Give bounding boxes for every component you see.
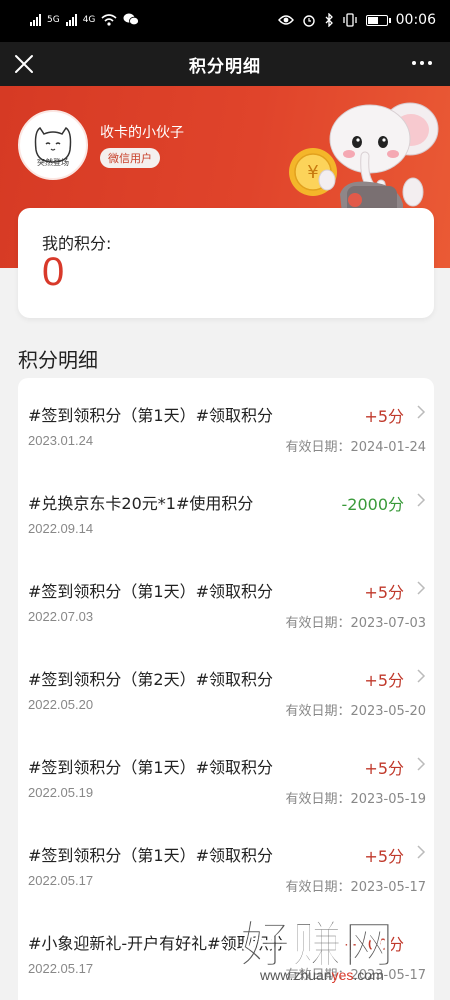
network-label-right: 4G — [82, 14, 96, 25]
record-amount: +5分 — [364, 671, 404, 690]
record-row[interactable]: #兑换京东卡20元*1#使用积分 -2000分 2022.09.14 — [18, 466, 434, 554]
record-row[interactable]: #签到领积分（第1天）#领取积分 +5分 2022.05.19 有效日期：202… — [18, 730, 434, 818]
record-date: 2022.05.19 — [28, 785, 94, 800]
chevron-right-icon — [417, 581, 426, 595]
svg-text:¥: ¥ — [307, 162, 318, 183]
record-title: #签到领积分（第1天）#领取积分 — [28, 406, 273, 425]
record-amount: +5分 — [364, 759, 404, 778]
record-title: #签到领积分（第1天）#领取积分 — [28, 846, 273, 865]
cat-avatar-icon — [34, 126, 72, 163]
chevron-right-icon — [417, 845, 426, 859]
points-value: 0 — [42, 250, 65, 294]
record-title: #签到领积分（第1天）#领取积分 — [28, 758, 273, 777]
record-expiry: 有效日期：2023-07-03 — [285, 616, 426, 631]
avatar[interactable]: 突然登场 — [18, 110, 88, 180]
record-date: 2022.05.17 — [28, 873, 94, 888]
record-expiry: 有效日期：2024-01-24 — [285, 440, 426, 455]
record-amount: +5分 — [364, 847, 404, 866]
status-right: 00:06 — [277, 12, 436, 28]
username: 收卡的小伙子 — [100, 125, 184, 141]
chevron-right-icon — [417, 757, 426, 771]
avatar-caption: 突然登场 — [37, 158, 69, 167]
chevron-right-icon — [417, 405, 426, 419]
signal-icon-2 — [65, 13, 77, 26]
record-title: #兑换京东卡20元*1#使用积分 — [28, 494, 254, 513]
vibrate-icon — [342, 13, 357, 27]
battery-icon — [365, 14, 391, 26]
record-row[interactable]: #签到领积分（第1天）#领取积分 +5分 2023.01.24 有效日期：202… — [18, 378, 434, 466]
watermark-url: www.zhuanyes.com — [260, 967, 384, 983]
chevron-right-icon — [417, 493, 426, 507]
network-label-left: 5G — [47, 14, 60, 25]
points-card: 我的积分: 0 — [18, 208, 434, 318]
status-left: 5G 4G — [30, 13, 140, 26]
record-date: 2022.05.20 — [28, 697, 94, 712]
watermark: 好赚网 www.zhuanyes.com — [240, 905, 445, 997]
user-tag: 微信用户 — [100, 148, 160, 168]
page-title: 积分明细 — [189, 57, 261, 77]
more-icon — [412, 61, 416, 65]
record-expiry: 有效日期：2023-05-20 — [285, 704, 426, 719]
status-bar: 5G 4G 00:06 — [0, 0, 450, 42]
chevron-right-icon — [417, 669, 426, 683]
wechat-icon — [123, 13, 140, 26]
wifi-icon — [101, 13, 117, 26]
status-time: 00:06 — [395, 12, 436, 28]
record-title: #签到领积分（第2天）#领取积分 — [28, 670, 273, 689]
record-amount: +5分 — [364, 407, 404, 426]
record-date: 2022.07.03 — [28, 609, 94, 624]
record-row[interactable]: #签到领积分（第2天）#领取积分 +5分 2022.05.20 有效日期：202… — [18, 642, 434, 730]
alarm-icon — [302, 15, 315, 27]
eye-icon — [277, 15, 294, 25]
bluetooth-icon — [325, 13, 333, 27]
record-title: #签到领积分（第1天）#领取积分 — [28, 582, 273, 601]
record-row[interactable]: #签到领积分（第1天）#领取积分 +5分 2022.05.17 有效日期：202… — [18, 818, 434, 906]
record-date: 2022.05.17 — [28, 961, 94, 976]
record-expiry: 有效日期：2023-05-17 — [285, 880, 426, 895]
title-bar: 积分明细 — [0, 42, 450, 86]
signal-icon — [30, 13, 41, 26]
record-date: 2023.01.24 — [28, 433, 94, 448]
more-button[interactable] — [412, 61, 432, 65]
record-row[interactable]: #签到领积分（第1天）#领取积分 +5分 2022.07.03 有效日期：202… — [18, 554, 434, 642]
record-date: 2022.09.14 — [28, 521, 94, 536]
section-title: 积分明细 — [18, 348, 98, 372]
record-amount: -2000分 — [341, 495, 405, 514]
record-amount: +5分 — [364, 583, 404, 602]
record-expiry: 有效日期：2023-05-19 — [285, 792, 426, 807]
